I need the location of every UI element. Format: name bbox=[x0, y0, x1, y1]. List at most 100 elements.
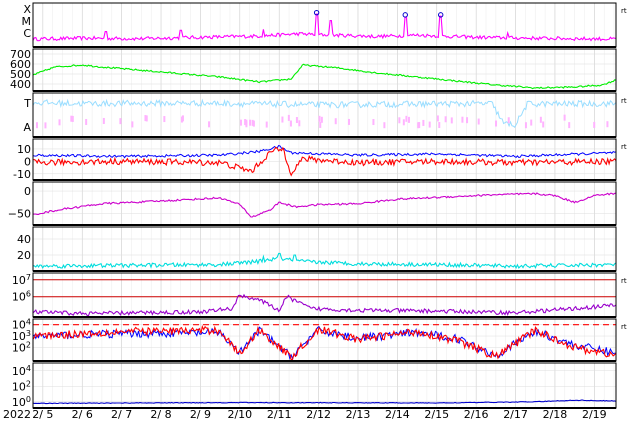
series-mark-temperature-dir bbox=[85, 118, 88, 125]
side-mark-imf: rt bbox=[621, 143, 627, 151]
series-line-wind-speed-0 bbox=[32, 63, 617, 90]
series-mark-temperature-dir bbox=[402, 119, 405, 126]
series-mark-temperature-dir bbox=[372, 119, 375, 126]
series-line-electron-0 bbox=[32, 293, 617, 317]
series-line-kp-0 bbox=[32, 252, 617, 270]
xaxis-date-label: 2/11 bbox=[267, 408, 292, 421]
series-mark-temperature-dir bbox=[295, 117, 298, 124]
ytick-label-imf: -10 bbox=[13, 168, 31, 181]
series-mark-temperature-dir bbox=[428, 121, 431, 128]
series-mark-temperature-dir bbox=[239, 119, 242, 126]
series-mark-temperature-dir bbox=[249, 119, 252, 126]
series-mark-temperature-dir bbox=[542, 121, 545, 128]
series-mark-temperature-dir bbox=[265, 121, 268, 128]
series-mark-temperature-dir bbox=[35, 122, 38, 129]
series-line-imf-0 bbox=[32, 144, 617, 159]
xaxis-date-label: 2/19 bbox=[582, 408, 607, 421]
xaxis-date-label: 2/12 bbox=[306, 408, 331, 421]
series-mark-temperature-dir bbox=[298, 120, 301, 127]
series-mark-temperature-dir bbox=[334, 118, 337, 125]
series-mark-temperature-dir bbox=[466, 117, 469, 124]
xaxis-date-label: 2/16 bbox=[464, 408, 489, 421]
ytick-label-wind-speed: 400 bbox=[10, 78, 31, 91]
xaxis-date-label: 2/13 bbox=[346, 408, 371, 421]
xaxis-date-label: 2/15 bbox=[424, 408, 449, 421]
series-mark-temperature-dir bbox=[398, 117, 401, 124]
series-mark-temperature-dir bbox=[70, 115, 73, 122]
side-mark-temperature-dir: rt bbox=[621, 97, 627, 105]
series-mark-temperature-dir bbox=[450, 117, 453, 124]
series-mark-temperature-dir bbox=[163, 116, 166, 123]
series-mark-temperature-dir bbox=[593, 121, 596, 128]
series-mark-temperature-dir bbox=[539, 116, 542, 123]
series-mark-temperature-dir bbox=[438, 122, 441, 129]
series-mark-temperature-dir bbox=[102, 117, 105, 124]
side-mark-proton: rt bbox=[621, 323, 627, 331]
series-mark-temperature-dir bbox=[119, 118, 122, 125]
ytick-label-xray: 102 bbox=[12, 379, 31, 394]
ytick-label-imf: 10 bbox=[17, 143, 31, 156]
side-mark-flare: rt bbox=[621, 7, 627, 15]
panel-frame-proton bbox=[32, 318, 617, 362]
ytick-label-electron: 106 bbox=[12, 289, 31, 304]
series-mark-temperature-dir bbox=[318, 115, 321, 122]
series-mark-temperature-dir bbox=[405, 115, 408, 122]
series-line-proton-1 bbox=[32, 324, 617, 361]
series-mark-temperature-dir bbox=[58, 119, 61, 126]
ytick-label-dst: −50 bbox=[8, 208, 31, 221]
ytick-label-temperature-dir: T bbox=[23, 97, 31, 110]
series-mark-temperature-dir bbox=[319, 121, 322, 128]
panel-frame-dst bbox=[32, 181, 617, 226]
ytick-label-imf: 0 bbox=[24, 155, 31, 168]
side-mark-electron: rt bbox=[621, 277, 627, 285]
xaxis-date-label: 2/ 8 bbox=[150, 408, 171, 421]
series-mark-temperature-dir bbox=[383, 122, 386, 129]
xaxis-date-label: 2/17 bbox=[503, 408, 528, 421]
series-mark-temperature-dir bbox=[507, 117, 510, 124]
space-weather-chart: X M Crt 700 600 500 400 T Art 10 0 -10 rt 0 −50 40 20 107… bbox=[0, 0, 634, 424]
xaxis-date-label: 2/18 bbox=[543, 408, 568, 421]
ytick-label-xray: 104 bbox=[12, 363, 31, 378]
series-mark-temperature-dir bbox=[407, 116, 410, 123]
ytick-label-dst: 0 bbox=[24, 185, 31, 198]
xaxis-date-label: 2/ 5 bbox=[32, 408, 53, 421]
series-mark-temperature-dir bbox=[524, 122, 527, 129]
ytick-label-kp: 20 bbox=[17, 249, 31, 262]
series-mark-temperature-dir bbox=[252, 120, 255, 127]
series-mark-temperature-dir bbox=[289, 120, 292, 127]
series-mark-temperature-dir bbox=[287, 114, 290, 121]
series-mark-temperature-dir bbox=[495, 120, 498, 127]
xaxis-date-label: 2/ 9 bbox=[190, 408, 211, 421]
ytick-label-electron: 107 bbox=[12, 272, 31, 287]
panel-frame-xray bbox=[32, 362, 617, 409]
series-mark-temperature-dir bbox=[477, 118, 480, 125]
series-mark-temperature-dir bbox=[281, 116, 284, 123]
series-mark-temperature-dir bbox=[417, 122, 420, 129]
series-line-flare-0 bbox=[32, 13, 617, 42]
ytick-label-xray: 100 bbox=[12, 394, 31, 409]
series-mark-temperature-dir bbox=[347, 118, 350, 125]
series-mark-temperature-dir bbox=[461, 116, 464, 123]
flare-marker bbox=[402, 12, 408, 18]
series-mark-temperature-dir bbox=[131, 121, 134, 128]
series-mark-temperature-dir bbox=[606, 121, 609, 128]
series-mark-temperature-dir bbox=[530, 119, 533, 126]
series-mark-temperature-dir bbox=[208, 121, 211, 128]
series-mark-temperature-dir bbox=[144, 115, 147, 122]
xaxis-date-label: 2/10 bbox=[227, 408, 252, 421]
series-mark-temperature-dir bbox=[568, 122, 571, 129]
series-mark-temperature-dir bbox=[436, 115, 439, 122]
panel-frame-wind-speed bbox=[32, 48, 617, 92]
ytick-label-flare: C bbox=[23, 27, 31, 40]
xaxis-date-label: 2/14 bbox=[385, 408, 410, 421]
series-line-dst-0 bbox=[33, 192, 617, 218]
series-mark-temperature-dir bbox=[181, 115, 184, 122]
chart-canvas: XMCrt700600500400TArt100-10rt0−504020107… bbox=[3, 2, 627, 421]
xaxis-date-label: 2/ 7 bbox=[111, 408, 132, 421]
xaxis-year-label: 2022 bbox=[3, 408, 31, 421]
ytick-label-proton: 102 bbox=[12, 340, 31, 355]
series-mark-temperature-dir bbox=[245, 119, 248, 126]
panel-frame-flare bbox=[32, 2, 617, 48]
panel-frame-temperature-dir bbox=[32, 92, 617, 138]
series-mark-temperature-dir bbox=[563, 114, 566, 121]
